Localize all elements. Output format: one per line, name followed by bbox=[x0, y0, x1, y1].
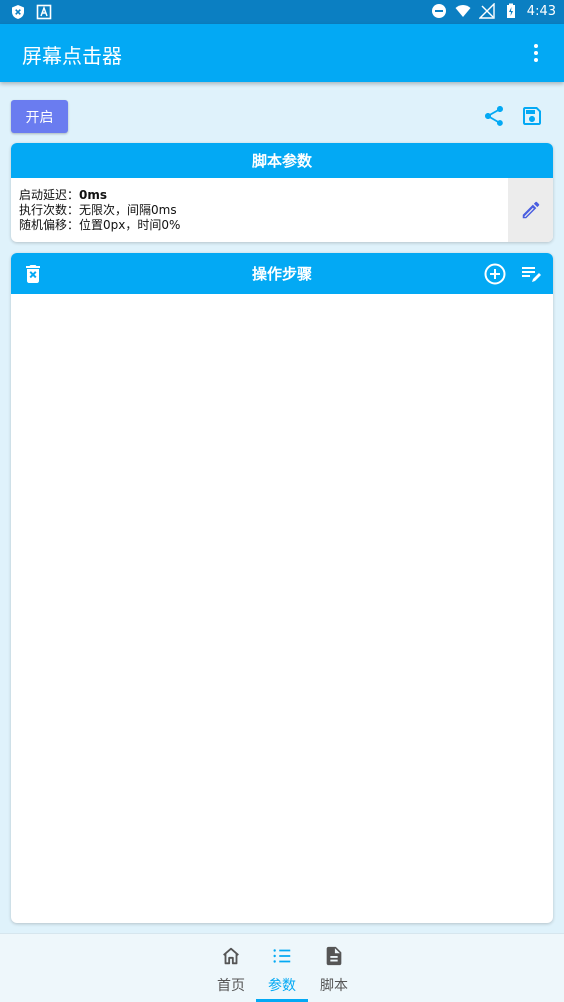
home-icon bbox=[223, 947, 239, 965]
nav-label-params: 参数 bbox=[268, 978, 296, 994]
steps-title: 操作步骤 bbox=[251, 265, 312, 283]
nav-item-home[interactable]: 首页 bbox=[205, 934, 257, 1002]
script-params-summary: 启动延迟：0ms 执行次数：无限次，间隔0ms 随机偏移：位置0px，时间0% bbox=[19, 188, 180, 233]
status-time: 4:43 bbox=[526, 3, 556, 19]
start-button[interactable]: 开启 bbox=[11, 100, 68, 133]
more-vert-icon[interactable] bbox=[524, 41, 548, 65]
status-bar: 4:43 bbox=[0, 0, 564, 24]
nav-label-script: 脚本 bbox=[320, 978, 348, 994]
battery-charging-icon bbox=[506, 3, 515, 18]
share-icon[interactable] bbox=[482, 104, 506, 128]
do-not-disturb-icon bbox=[431, 4, 446, 18]
nav-label-home: 首页 bbox=[217, 978, 245, 994]
app-title: 屏幕点击器 bbox=[22, 44, 122, 68]
trash-icon[interactable] bbox=[21, 262, 45, 286]
add-circle-icon[interactable] bbox=[483, 262, 507, 286]
edit-list-icon[interactable] bbox=[519, 262, 543, 286]
list-icon bbox=[273, 949, 291, 963]
pencil-icon bbox=[522, 201, 539, 219]
nav-item-script[interactable]: 脚本 bbox=[308, 934, 360, 1002]
steps-card: 操作步骤 bbox=[11, 253, 553, 923]
steps-header: 操作步骤 bbox=[11, 253, 553, 294]
param-line-offset: 随机偏移：位置0px，时间0% bbox=[19, 218, 181, 232]
bottom-nav: 首页 参数 脚本 bbox=[0, 933, 564, 1002]
param-line-delay: 启动延迟：0ms bbox=[19, 188, 108, 202]
no-signal-icon bbox=[478, 3, 495, 19]
param-line-count: 执行次数：无限次，间隔0ms bbox=[19, 203, 177, 217]
document-icon bbox=[326, 946, 342, 966]
wifi-icon bbox=[455, 5, 471, 17]
font-a-icon bbox=[36, 4, 52, 20]
app-bar: 屏幕点击器 bbox=[0, 24, 564, 82]
edit-params-button[interactable] bbox=[508, 178, 553, 242]
save-icon[interactable] bbox=[520, 104, 544, 128]
script-params-header: 脚本参数 bbox=[11, 143, 553, 178]
nav-item-params[interactable]: 参数 bbox=[256, 934, 308, 1002]
script-params-card: 脚本参数 启动延迟：0ms 执行次数：无限次，间隔0ms 随机偏移：位置0px，… bbox=[11, 143, 553, 242]
shield-x-icon bbox=[12, 5, 24, 19]
